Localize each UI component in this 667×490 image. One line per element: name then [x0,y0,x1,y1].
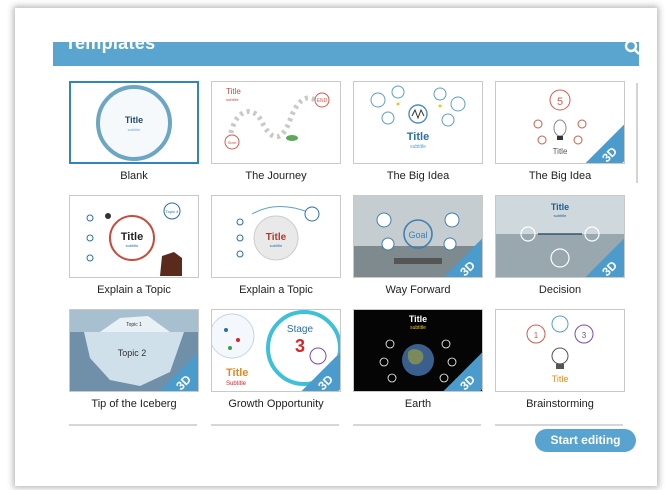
template-thumbnail-explain-topic-2[interactable]: Title subtitle [211,195,341,278]
thumb-title: Title [266,232,287,243]
thumb-subtitle: Subtitle [226,381,247,387]
thumb-number: 5 [557,96,563,108]
template-thumbnail-growth[interactable]: Stage 3 Title Subtitle 3D [211,309,341,392]
template-label: The Big Idea [386,170,450,182]
template-thumbnail-earth[interactable]: Title subtitle 3D [353,309,483,392]
template-dialog: Templates Title subtitle Blank Title sub… [15,8,657,486]
template-label: Tip of the Iceberg [91,398,177,410]
template-label: Blank [120,170,148,182]
template-label: The Journey [245,170,307,182]
thumb-title: Title [409,314,427,324]
thumb-title: Title [552,374,569,384]
next-row-stub [211,424,339,426]
thumb-title: Title [551,202,569,212]
template-thumbnail-big-idea[interactable]: Title subtitle [353,81,483,164]
next-row-stub [495,424,623,426]
template-thumbnail-explain-topic[interactable]: Title subtitle Topic 4 [69,195,199,278]
next-row-stub [353,424,481,426]
template-thumbnail-brainstorming[interactable]: 1 3 Title [495,309,625,392]
thumb-start: Start [228,140,237,145]
template-thumbnail-journey[interactable]: Title subtitle Start END [211,81,341,164]
thumb-title: Title [121,231,143,243]
template-label: Growth Opportunity [228,398,324,410]
template-label: The Big Idea [528,170,592,182]
thumb-title: Title [226,87,241,96]
template-thumbnail-decision[interactable]: Title subtitle 3D [495,195,625,278]
template-label: Decision [538,284,582,296]
search-icon[interactable] [623,38,645,60]
thumb-subtitle: subtitle [270,243,283,248]
svg-text:1: 1 [534,331,539,340]
thumb-end: END [317,98,328,104]
template-thumbnail-big-idea-3d[interactable]: 5 Title 3D [495,81,625,164]
templates-title: Templates [65,33,156,53]
thumb-title: Title [553,147,568,156]
thumb-stage-number: 3 [295,336,305,356]
thumb-subtitle: subtitle [128,127,141,132]
thumb-title: Title [226,367,248,379]
thumb-subtitle: subtitle [410,144,426,150]
scrollbar[interactable] [636,83,638,183]
template-thumbnail-way-forward[interactable]: Goal 3D [353,195,483,278]
thumb-topic2: Topic 2 [118,348,147,358]
template-thumbnail-iceberg[interactable]: Topic 1 Topic 2 3D [69,309,199,392]
next-row-stub [69,424,197,426]
svg-text:3: 3 [582,331,587,340]
templates-header: Templates [53,33,640,66]
thumb-goal: Goal [408,230,427,240]
template-label: Explain a Topic [97,284,171,296]
template-label: Earth [404,398,432,410]
thumb-topic: Topic 4 [166,209,179,214]
thumb-subtitle: subtitle [226,97,239,102]
thumb-subtitle: subtitle [554,213,567,218]
thumb-subtitle: subtitle [410,325,426,331]
thumb-title: Title [407,131,429,143]
template-label: Way Forward [385,284,451,296]
thumb-stage: Stage [287,324,314,335]
template-thumbnail-blank[interactable]: Title subtitle [69,81,199,164]
template-label: Brainstorming [526,398,594,410]
thumb-subtitle: subtitle [126,243,139,248]
template-label: Explain a Topic [239,284,313,296]
thumb-title: Title [125,115,143,125]
thumb-topic1: Topic 1 [126,322,142,328]
start-editing-button[interactable]: Start editing [535,429,636,452]
